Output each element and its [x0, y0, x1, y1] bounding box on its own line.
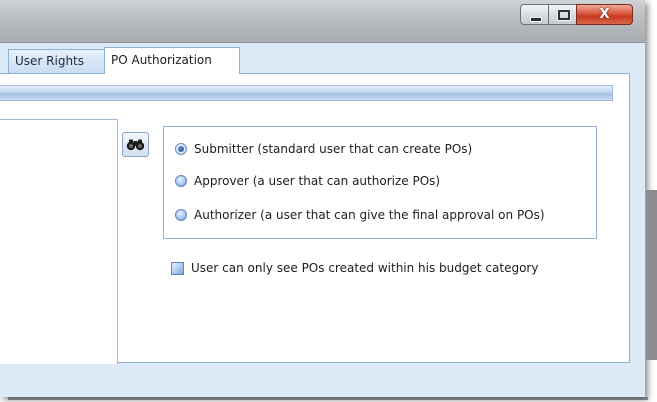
title-bar[interactable]: X [0, 0, 645, 43]
binoculars-icon [126, 139, 145, 151]
role-option-authorizer[interactable]: Authorizer (a user that can give the fin… [175, 206, 545, 224]
budget-restriction-option[interactable]: User can only see POs created within his… [171, 259, 538, 277]
role-label-approver: Approver (a user that can authorize POs) [194, 174, 441, 188]
window-shadow [8, 397, 648, 400]
radio-authorizer[interactable] [175, 209, 187, 221]
minimize-icon [530, 17, 542, 22]
radio-submitter[interactable] [175, 143, 187, 155]
panel-header-bar [0, 85, 613, 101]
application-window: X User Rights PO Authorization Submitter… [0, 0, 645, 397]
background-window-edge [646, 190, 657, 360]
tab-po-authorization[interactable]: PO Authorization [104, 47, 240, 74]
search-button[interactable] [122, 132, 149, 157]
tab-strip: User Rights PO Authorization [0, 47, 645, 74]
tab-user-rights[interactable]: User Rights [8, 49, 105, 73]
role-option-submitter[interactable]: Submitter (standard user that can create… [175, 140, 472, 158]
close-icon: X [599, 7, 610, 22]
role-label-submitter: Submitter (standard user that can create… [194, 142, 473, 156]
radio-approver[interactable] [175, 175, 187, 187]
budget-restriction-checkbox[interactable] [171, 261, 184, 275]
budget-restriction-label: User can only see POs created within his… [191, 261, 539, 275]
close-button[interactable]: X [576, 4, 633, 25]
minimize-button[interactable] [520, 4, 549, 25]
maximize-button[interactable] [548, 4, 577, 25]
maximize-icon [557, 9, 571, 21]
role-label-authorizer: Authorizer (a user that can give the fin… [194, 208, 545, 222]
users-list[interactable] [0, 119, 118, 364]
authorization-role-group: Submitter (standard user that can create… [163, 126, 597, 239]
role-option-approver[interactable]: Approver (a user that can authorize POs) [175, 172, 440, 190]
